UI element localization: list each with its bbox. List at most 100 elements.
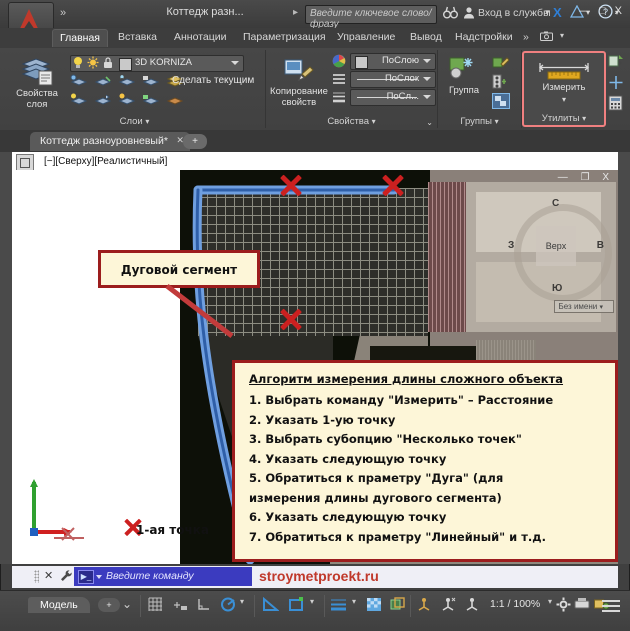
object-snap-icon[interactable]: [288, 597, 305, 615]
base-point-icon[interactable]: [608, 75, 624, 95]
view-cube-south-label[interactable]: Ю: [552, 283, 562, 294]
tab-output[interactable]: Вывод: [410, 31, 442, 43]
command-line-settings-icon[interactable]: [60, 569, 73, 585]
polar-tracking-icon[interactable]: [220, 597, 236, 615]
grid-icon[interactable]: [148, 597, 164, 615]
object-color-chevron-icon[interactable]: [423, 59, 431, 63]
selection-cycling-icon[interactable]: [390, 597, 406, 615]
panel-title-layers[interactable]: Слои ▾: [4, 116, 265, 127]
viewport-label[interactable]: [−][Сверху][Реалистичный]: [44, 156, 167, 167]
layer-combo[interactable]: 3D KORNIZA: [70, 55, 244, 72]
linetype-combo[interactable]: ПоСлок: [350, 71, 436, 88]
lineweight-combo[interactable]: ПоСл...: [350, 89, 436, 106]
hardware-acceleration-icon[interactable]: [574, 597, 590, 615]
ortho-icon[interactable]: [196, 597, 212, 615]
title-bar: » Коттедж разн... ▸ Введите ключевое сло…: [0, 0, 630, 46]
calculator-icon[interactable]: [608, 95, 623, 116]
panel-title-properties[interactable]: Свойства ▾ ⌄: [266, 116, 437, 127]
snap-icon[interactable]: [172, 597, 188, 615]
viewport-minimize-button[interactable]: —: [558, 172, 573, 183]
view-cube-top-face[interactable]: Верх: [536, 226, 576, 266]
layer-properties-button[interactable]: Свойства слоя: [8, 56, 66, 110]
search-binoculars-icon[interactable]: [443, 6, 458, 22]
command-line-close-icon[interactable]: ✕: [44, 569, 53, 582]
color-wheel-icon[interactable]: [332, 54, 346, 73]
quick-access-toolbar-overflow[interactable]: »: [60, 7, 66, 19]
panel-title-utilities[interactable]: Утилиты ▾: [524, 113, 604, 124]
annotation-scale-label[interactable]: 1:1 / 100%: [490, 598, 540, 610]
annotation-scale-chevron-icon[interactable]: ▾: [548, 597, 552, 615]
signin-chevron-icon[interactable]: ▾: [545, 7, 550, 18]
object-color-combo[interactable]: ПоСлою: [350, 53, 436, 70]
layout-overflow-icon[interactable]: ⌄: [122, 597, 132, 615]
properties-dialog-launcher[interactable]: ⌄: [426, 118, 433, 127]
group-selection-toggle-icon[interactable]: [492, 93, 510, 114]
close-button[interactable]: X: [615, 5, 622, 17]
search-input[interactable]: Введите ключевое слово/фразу: [305, 5, 437, 30]
add-layout-button[interactable]: +: [98, 598, 120, 612]
object-snap-chevron-icon[interactable]: ▾: [310, 597, 314, 615]
edit-group-icon[interactable]: [492, 55, 510, 75]
screen-capture-icon[interactable]: [540, 31, 553, 44]
view-cube-west-label[interactable]: З: [508, 240, 514, 251]
viewport-restore-button[interactable]: ❐: [581, 172, 595, 183]
command-input[interactable]: ▶_ Введите команду: [74, 567, 252, 586]
customization-menu-icon[interactable]: [602, 600, 620, 612]
layer-isolate-icon[interactable]: [70, 74, 87, 89]
tab-addins[interactable]: Надстройки: [455, 31, 513, 43]
layer-thaw-icon[interactable]: [118, 93, 135, 108]
panel-title-groups[interactable]: Группы ▾: [438, 116, 521, 127]
layer-unlock-icon[interactable]: [142, 93, 159, 108]
annotation-scale-person-icon[interactable]: [464, 597, 481, 615]
group-button[interactable]: Группа: [440, 56, 488, 96]
layer-properties-label-1: Свойства: [16, 88, 58, 99]
view-cube-north-label[interactable]: С: [552, 198, 559, 209]
drawing-canvas[interactable]: [−][Сверху][Реалистичный] Верх С Ю З В Б…: [12, 152, 618, 564]
measure-chevron-icon[interactable]: ▾: [527, 94, 601, 105]
user-account-icon[interactable]: [463, 6, 475, 22]
linetype-chevron-icon[interactable]: [423, 77, 431, 81]
workspace-gear-icon[interactable]: [556, 597, 571, 615]
layer-combo-chevron-icon[interactable]: [231, 61, 239, 65]
quick-select-icon[interactable]: [608, 54, 624, 74]
screen-capture-chevron-icon[interactable]: ▾: [560, 31, 564, 40]
command-history-chevron-icon[interactable]: [96, 575, 102, 579]
layer-unisolate-icon[interactable]: [94, 74, 111, 89]
layer-on-icon[interactable]: [70, 93, 87, 108]
tab-annotations[interactable]: Аннотации: [174, 31, 227, 43]
view-cube-east-label[interactable]: В: [597, 240, 604, 251]
lineweight-chevron-icon[interactable]: [423, 95, 431, 99]
model-tab[interactable]: Модель: [28, 597, 90, 613]
make-current-label[interactable]: Сделать текущим: [172, 75, 254, 86]
lineweight-display-icon[interactable]: [330, 597, 347, 615]
exchange-app-icon[interactable]: X: [553, 5, 562, 20]
group-manager-icon[interactable]: [492, 74, 509, 94]
tab-manage[interactable]: Управление: [337, 31, 395, 43]
document-title-chevron-icon[interactable]: ▸: [293, 7, 298, 18]
polar-chevron-icon[interactable]: ▾: [240, 597, 244, 615]
measure-button[interactable]: Измерить ▾: [527, 59, 601, 105]
maximize-button[interactable]: □: [599, 5, 606, 17]
annotation-visibility-icon[interactable]: [416, 597, 433, 615]
lineweight-chevron-status-icon[interactable]: ▾: [352, 597, 356, 615]
layer-merge-icon[interactable]: [94, 93, 111, 108]
match-properties-button[interactable]: Копирование свойств: [268, 58, 330, 108]
transparency-icon[interactable]: [366, 597, 382, 615]
tab-home[interactable]: Главная: [52, 29, 108, 47]
tab-insert[interactable]: Вставка: [118, 31, 157, 43]
layer-lock-icon[interactable]: [142, 74, 159, 89]
object-snap-angle-icon[interactable]: [262, 596, 280, 615]
annotation-autoscale-icon[interactable]: [440, 597, 457, 615]
view-cube[interactable]: Верх С Ю З В: [508, 198, 612, 302]
command-line-grip[interactable]: [34, 570, 39, 583]
layer-freeze-icon[interactable]: [118, 74, 135, 89]
minimize-button[interactable]: —: [579, 5, 590, 17]
ucs-name-dropdown[interactable]: Без имени ▾: [553, 300, 614, 313]
signin-label[interactable]: Вход в службы: [478, 7, 551, 19]
new-file-tab-button[interactable]: +: [183, 134, 207, 149]
layer-delete-icon[interactable]: [166, 93, 183, 108]
file-tab-active[interactable]: Коттедж разноуровневый* ✕: [30, 132, 190, 151]
tab-parametrization[interactable]: Параметризация: [243, 31, 326, 43]
viewport-close-button[interactable]: X: [602, 172, 614, 183]
tab-overflow-icon[interactable]: »: [523, 31, 529, 43]
